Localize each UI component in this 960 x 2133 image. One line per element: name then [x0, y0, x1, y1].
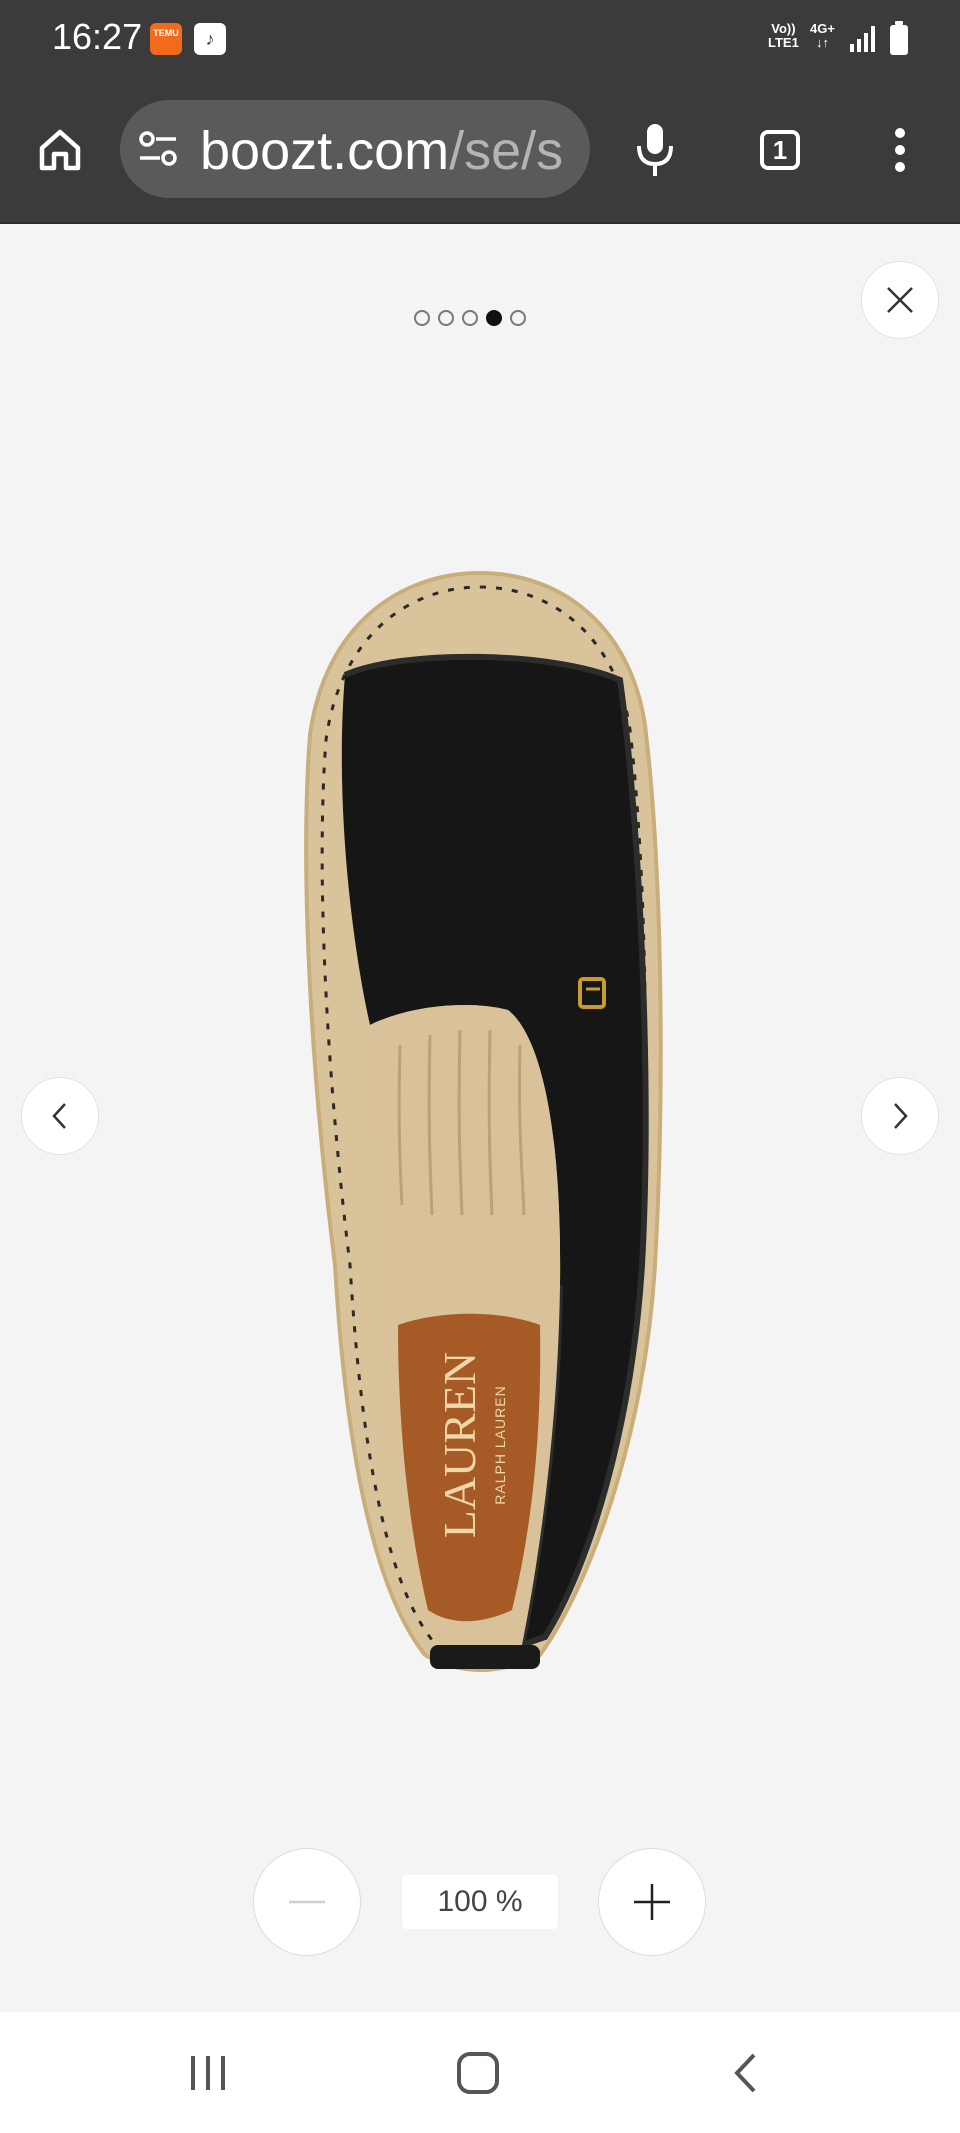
product-image: LAUREN RALPH LAUREN — [304, 570, 663, 1672]
next-image-button[interactable] — [861, 1077, 939, 1155]
tab-count: 1 — [760, 130, 800, 170]
temu-app-label: TEMU — [153, 28, 179, 38]
zoom-out-button[interactable] — [253, 1848, 361, 1956]
chevron-right-icon — [894, 1103, 908, 1129]
plus-icon — [634, 1884, 670, 1920]
status-bar: 16:27 TEMU ♪ Vo)) LTE1 4G+ ↓↑ — [0, 0, 960, 78]
status-time: 16:27 — [52, 16, 143, 57]
network-gen-label: 4G+ — [810, 21, 835, 36]
carousel-indicator — [414, 310, 526, 326]
volte-label: Vo)) — [771, 21, 796, 36]
previous-image-button[interactable] — [21, 1077, 99, 1155]
home-button[interactable] — [30, 120, 90, 180]
signal-icon — [850, 26, 875, 52]
zoom-in-button[interactable] — [598, 1848, 706, 1956]
notification-app-icon: ♪ — [194, 23, 226, 55]
carousel-dot-active[interactable] — [486, 310, 502, 326]
microphone-icon — [637, 124, 673, 176]
address-bar[interactable]: boozt.com/se/s — [120, 100, 590, 198]
close-viewer-button[interactable] — [861, 261, 939, 339]
voice-search-button[interactable] — [625, 118, 685, 182]
lte-label: LTE1 — [768, 35, 799, 50]
carousel-dot[interactable] — [510, 310, 526, 326]
volte-indicator: Vo)) LTE1 — [768, 22, 799, 50]
insole-subbrand: RALPH LAUREN — [492, 1385, 508, 1504]
data-arrows: ↓↑ — [815, 35, 829, 50]
more-vert-icon — [895, 128, 905, 172]
site-settings-icon[interactable] — [138, 130, 178, 168]
back-button[interactable] — [686, 2012, 806, 2133]
home-icon — [39, 129, 81, 171]
carousel-dot[interactable] — [414, 310, 430, 326]
browser-menu-button[interactable] — [870, 118, 930, 182]
temu-app-icon: TEMU — [150, 23, 182, 55]
battery-icon — [890, 21, 908, 55]
browser-toolbar: boozt.com/se/s 1 — [0, 78, 960, 224]
url-domain: boozt.com — [200, 121, 450, 181]
chevron-left-icon — [52, 1103, 66, 1129]
home-square-icon — [457, 2051, 499, 2094]
carousel-dot[interactable] — [438, 310, 454, 326]
tab-switcher-button[interactable]: 1 — [750, 120, 810, 180]
close-icon — [887, 287, 913, 313]
url-path: /se/s — [449, 121, 564, 181]
recent-apps-button[interactable] — [148, 2012, 268, 2133]
carousel-dot[interactable] — [462, 310, 478, 326]
data-indicator: 4G+ ↓↑ — [810, 22, 835, 50]
minus-icon — [289, 1900, 325, 1904]
zoom-level: 100 % — [402, 1875, 558, 1929]
recents-icon — [191, 2055, 225, 2090]
insole-brand: LAUREN — [434, 1352, 485, 1539]
url-text: boozt.com/se/s — [200, 120, 563, 182]
system-navigation-bar — [0, 2012, 960, 2133]
back-chevron-icon — [734, 2053, 756, 2092]
home-nav-button[interactable] — [418, 2012, 538, 2133]
